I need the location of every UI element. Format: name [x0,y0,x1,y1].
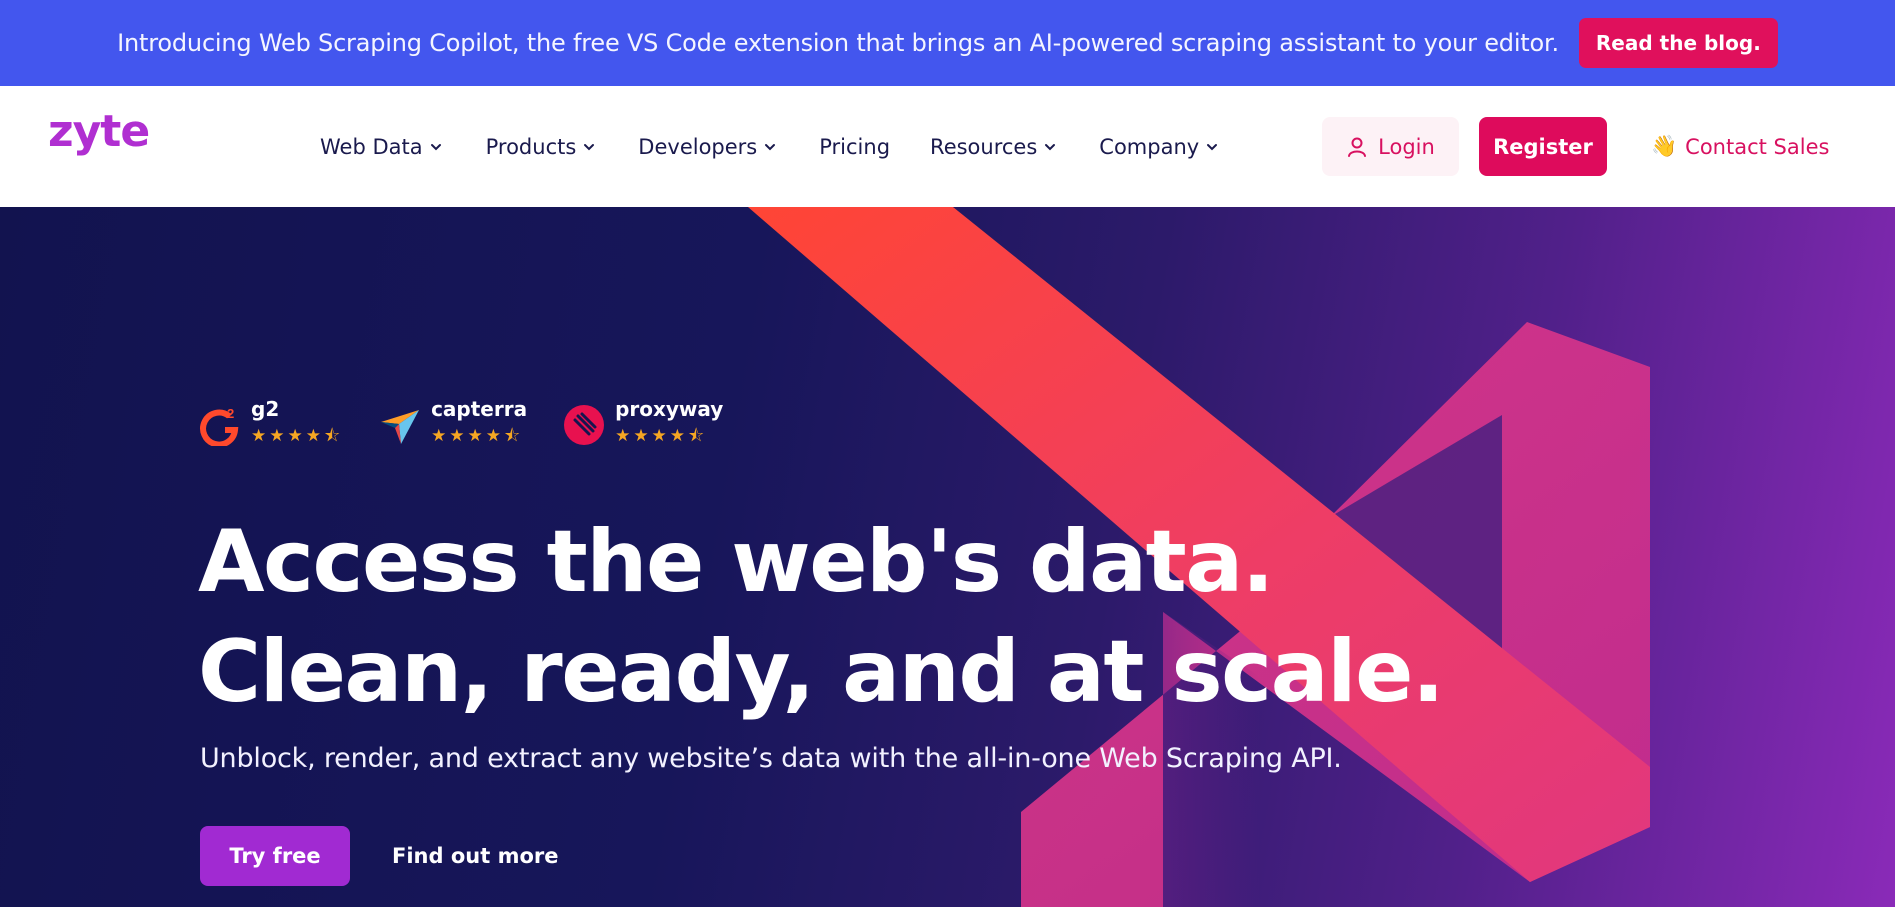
site-header: zyte Web Data Products Developers Pricin… [0,86,1895,207]
try-free-button[interactable]: Try free [200,826,350,886]
chevron-down-icon [584,143,595,150]
hero-subheadline: Unblock, render, and extract any website… [200,743,1342,774]
hero-section: 2 g2 ★★★★⯪ capterra ★★★★⯪ proxyway ★★★★⯪… [0,207,1895,907]
nav-label: Developers [638,134,758,159]
user-icon [1348,137,1367,157]
chevron-down-icon [430,143,441,150]
main-nav: Web Data Products Developers Pricing Res… [320,86,1219,207]
read-blog-button[interactable]: Read the blog. [1578,18,1778,68]
nav-label: Pricing [819,134,891,159]
chevron-down-icon [1045,143,1056,150]
login-label: Login [1378,134,1435,159]
nav-item-company[interactable]: Company [1099,86,1219,207]
nav-item-resources[interactable]: Resources [930,86,1057,207]
contact-sales-link[interactable]: 👋 Contact Sales [1651,117,1829,176]
nav-item-developers[interactable]: Developers [638,86,777,207]
rating-name: capterra [431,397,528,421]
proxyway-logo-icon [564,404,605,445]
nav-label: Web Data [320,134,423,159]
nav-label: Products [485,134,577,159]
nav-item-web-data[interactable]: Web Data [320,86,443,207]
nav-label: Resources [930,134,1038,159]
rating-g2[interactable]: 2 g2 ★★★★⯪ [199,397,343,452]
star-rating: ★★★★⯪ [431,426,524,446]
rating-name: g2 [251,397,280,421]
waving-hand-icon: 👋 [1651,134,1678,158]
rating-name: proxyway [615,397,724,421]
rating-capterra[interactable]: capterra ★★★★⯪ [379,397,527,452]
hero-headline: Access the web's data. Clean, ready, and… [198,507,1445,727]
headline-line-1: Access the web's data. [198,512,1274,612]
capterra-logo-icon [381,409,420,444]
register-button[interactable]: Register [1479,117,1607,176]
star-rating: ★★★★⯪ [251,426,344,446]
chevron-down-icon [1207,143,1218,150]
nav-item-products[interactable]: Products [486,86,597,207]
svg-text:2: 2 [227,406,234,421]
contact-sales-label: Contact Sales [1685,134,1830,159]
nav-label: Company [1099,134,1200,159]
find-out-more-link[interactable]: Find out more [392,826,558,886]
login-button[interactable]: Login [1322,117,1459,176]
chevron-down-icon [765,143,776,150]
announcement-bar: Introducing Web Scraping Copilot, the fr… [0,0,1895,86]
g2-logo-icon: 2 [200,406,239,446]
announcement-text: Introducing Web Scraping Copilot, the fr… [117,29,1559,57]
nav-item-pricing[interactable]: Pricing [819,86,890,207]
star-rating: ★★★★⯪ [615,426,708,446]
rating-proxyway[interactable]: proxyway ★★★★⯪ [563,397,723,452]
ratings-row: 2 g2 ★★★★⯪ capterra ★★★★⯪ proxyway ★★★★⯪ [199,397,723,452]
zyte-logo[interactable]: zyte [48,106,150,157]
headline-line-2: Clean, ready, and at scale. [198,622,1445,722]
